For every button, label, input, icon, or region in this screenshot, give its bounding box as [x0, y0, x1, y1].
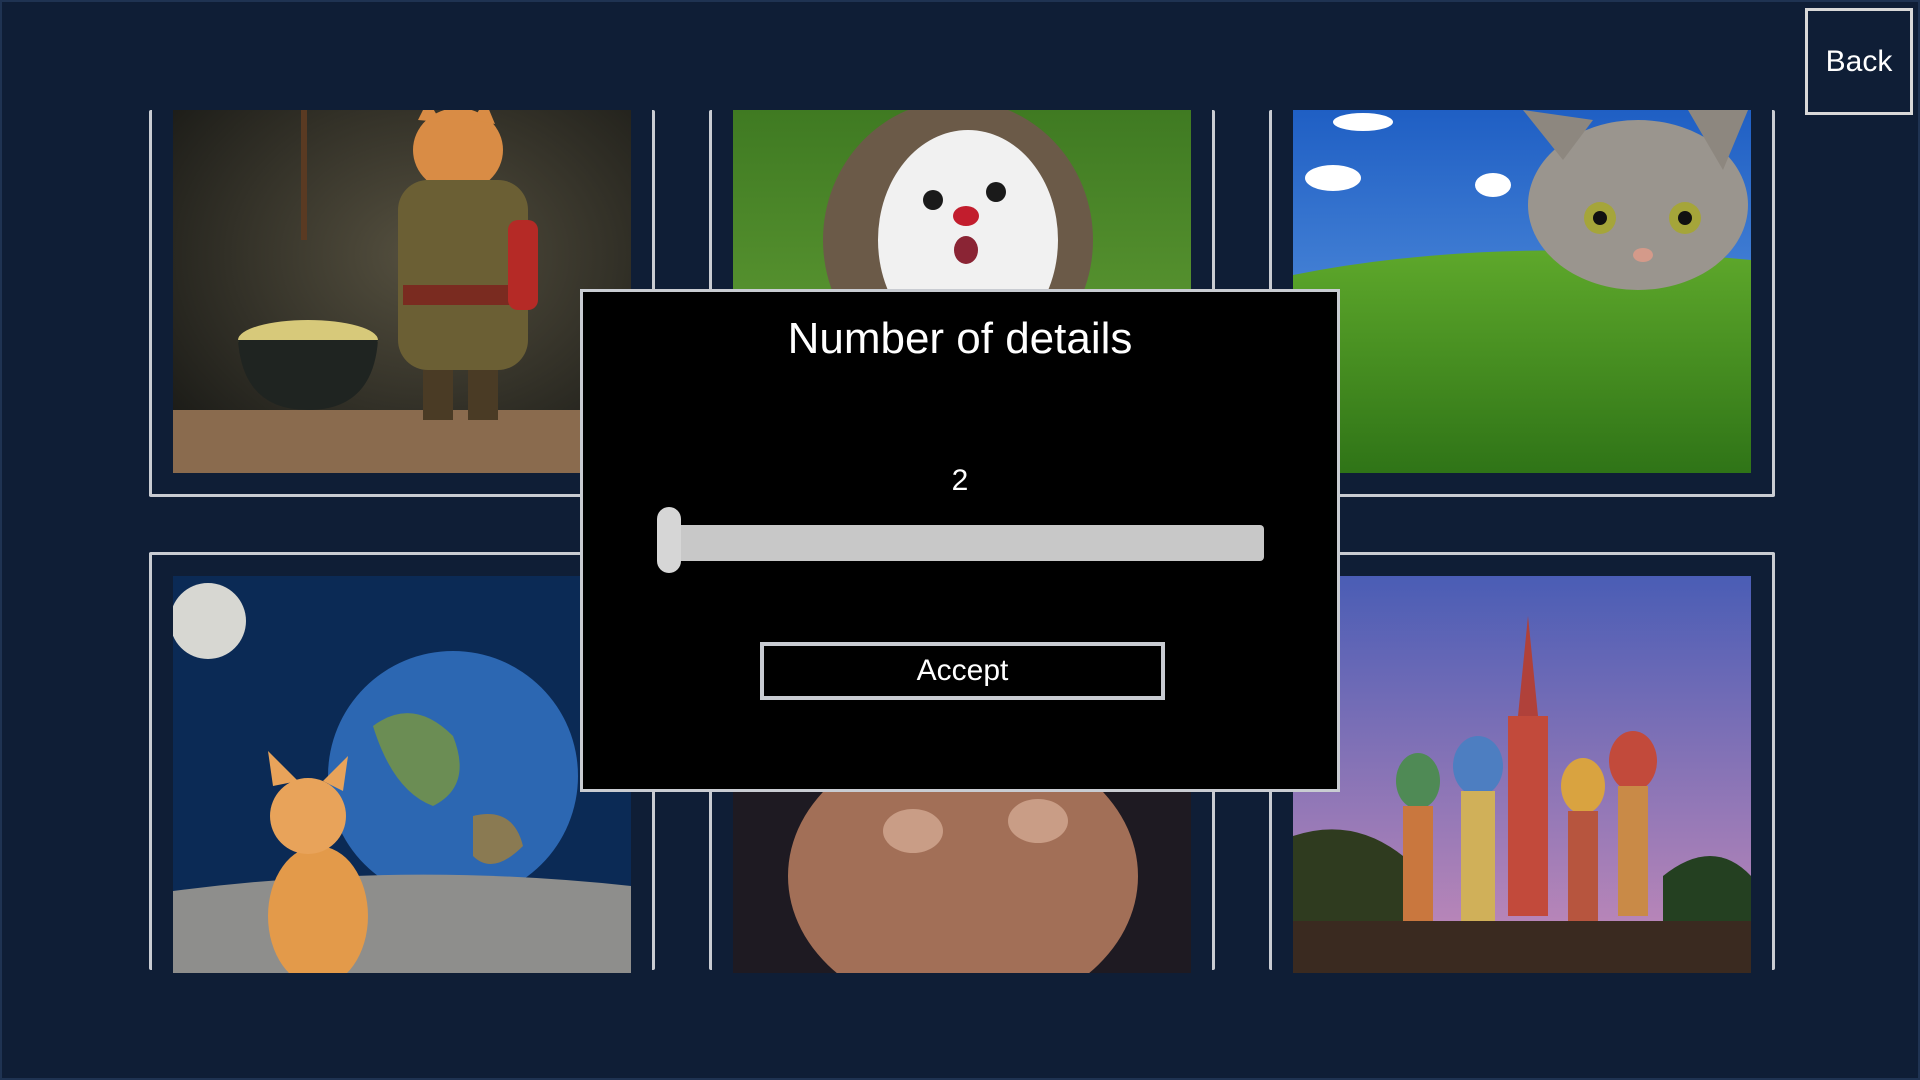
details-slider-handle[interactable] — [657, 507, 681, 573]
dialog-title: Number of details — [787, 314, 1133, 363]
details-dialog: Number of details 2 Accept — [580, 289, 1340, 792]
puzzle-card-3[interactable] — [1269, 110, 1775, 497]
puzzle-card-6[interactable] — [1269, 552, 1775, 973]
back-button[interactable]: Back — [1805, 8, 1913, 115]
kitten-earth-image — [173, 576, 631, 973]
cathedral-image — [1293, 576, 1751, 973]
slider-value-label: 2 — [951, 464, 969, 497]
accept-button[interactable]: Accept — [760, 642, 1165, 700]
details-slider-track[interactable] — [667, 525, 1264, 561]
cat-hill-image — [1293, 110, 1751, 473]
cat-chef-image — [173, 110, 631, 473]
